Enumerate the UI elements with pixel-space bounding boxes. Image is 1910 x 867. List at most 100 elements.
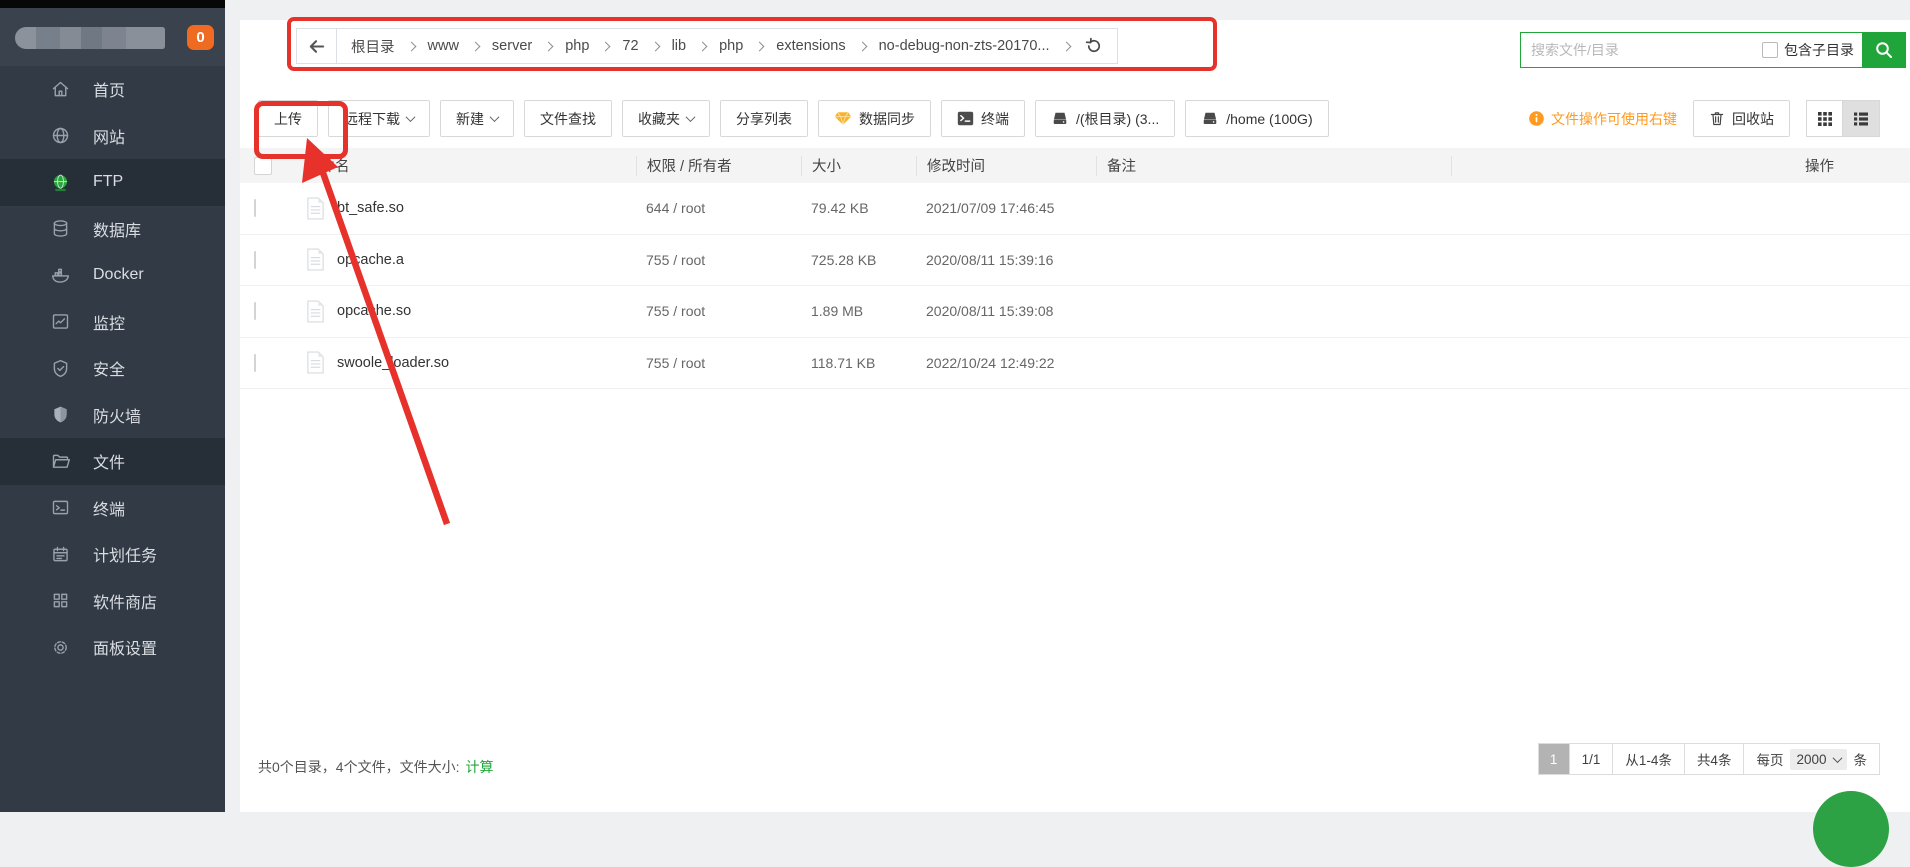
back-button[interactable] [297, 29, 337, 63]
include-subdir-option[interactable]: 包含子目录 [1762, 40, 1862, 60]
file-name[interactable]: bt_safe.so [337, 200, 404, 216]
breadcrumb-item[interactable]: extensions [776, 38, 845, 54]
chevron-down-icon [490, 112, 500, 122]
share-list-button[interactable]: 分享列表 [720, 100, 808, 137]
refresh-icon [1085, 37, 1103, 55]
search-bar: 包含子目录 [1520, 32, 1906, 68]
breadcrumb-item[interactable]: php [719, 38, 743, 54]
favorites-button[interactable]: 收藏夹 [622, 100, 710, 137]
file-find-button[interactable]: 文件查找 [524, 100, 612, 137]
per-page-unit: 条 [1854, 749, 1868, 769]
file-manager-panel: 根目录 www server php 72 lib php extensions… [240, 20, 1910, 812]
header-permission[interactable]: 权限 / 所有者 [636, 156, 801, 176]
grid-view-icon [1817, 111, 1833, 127]
file-name[interactable]: swoole_loader.so [337, 355, 449, 371]
total-items: 共4条 [1685, 743, 1745, 775]
breadcrumb-item[interactable]: server [492, 38, 532, 54]
chevron-right-icon [601, 41, 611, 51]
sidebar-item-label: FTP [93, 173, 123, 191]
new-button[interactable]: 新建 [440, 100, 514, 137]
sidebar-item-appstore[interactable]: 软件商店 [0, 578, 225, 625]
toolbar-right-cluster: 文件操作可使用右键 回收站 [1528, 100, 1880, 137]
sidebar-item-website[interactable]: 网站 [0, 113, 225, 160]
sidebar: 0 首页 网站 FTP 数据库 Docker 监控 安全 [0, 0, 225, 812]
header-filename[interactable]: 文件名 [296, 156, 636, 176]
remote-download-button[interactable]: 远程下载 [328, 100, 430, 137]
breadcrumb-item[interactable]: 根目录 [351, 36, 395, 57]
search-button[interactable] [1862, 32, 1906, 68]
shield-check-icon [50, 358, 71, 379]
hint-text: 文件操作可使用右键 [1551, 109, 1677, 129]
sidebar-item-monitor[interactable]: 监控 [0, 299, 225, 346]
sidebar-item-ftp[interactable]: FTP [0, 159, 225, 206]
file-icon [306, 197, 325, 220]
file-name[interactable]: opcache.a [337, 252, 404, 268]
chevron-right-icon [1061, 41, 1071, 51]
sidebar-item-files[interactable]: 文件 [0, 438, 225, 485]
row-checkbox[interactable] [254, 354, 256, 372]
table-header-row: 文件名 权限 / 所有者 大小 修改时间 备注 操作 [240, 148, 1910, 183]
database-icon [50, 218, 71, 239]
table-row[interactable]: opcache.a 755 / root 725.28 KB 2020/08/1… [240, 235, 1910, 287]
sidebar-item-security[interactable]: 安全 [0, 345, 225, 392]
breadcrumb-item[interactable]: php [565, 38, 589, 54]
header-mtime[interactable]: 修改时间 [916, 156, 1096, 176]
chevron-right-icon [544, 41, 554, 51]
breadcrumb-item[interactable]: www [428, 38, 459, 54]
right-click-hint: 文件操作可使用右键 [1528, 109, 1677, 129]
sidebar-item-label: 数据库 [93, 217, 141, 241]
sidebar-item-label: 软件商店 [93, 589, 157, 613]
message-count-badge[interactable]: 0 [187, 25, 214, 50]
disk-root-button[interactable]: /(根目录) (3... [1035, 100, 1175, 137]
globe-icon [50, 125, 71, 146]
table-row[interactable]: bt_safe.so 644 / root 79.42 KB 2021/07/0… [240, 183, 1910, 235]
terminal-button[interactable]: 终端 [941, 100, 1025, 137]
sidebar-item-database[interactable]: 数据库 [0, 206, 225, 253]
sidebar-item-settings[interactable]: 面板设置 [0, 624, 225, 671]
recycle-bin-button[interactable]: 回收站 [1693, 100, 1790, 137]
calculate-size-link[interactable]: 计算 [465, 757, 493, 777]
search-input[interactable] [1521, 42, 1762, 58]
file-permission: 755 / root [636, 355, 801, 371]
breadcrumb-item[interactable]: 72 [622, 38, 638, 54]
file-name[interactable]: opcache.so [337, 303, 411, 319]
disk-home-button[interactable]: /home (100G) [1185, 100, 1328, 137]
grid-view-button[interactable] [1806, 100, 1843, 137]
sidebar-item-cron[interactable]: 计划任务 [0, 531, 225, 578]
sidebar-item-label: 文件 [93, 449, 125, 473]
header-size[interactable]: 大小 [801, 156, 916, 176]
chevron-down-icon [406, 112, 416, 122]
sidebar-item-firewall[interactable]: 防火墙 [0, 392, 225, 439]
row-checkbox[interactable] [254, 302, 256, 320]
data-sync-button[interactable]: 数据同步 [818, 100, 931, 137]
table-row[interactable]: opcache.so 755 / root 1.89 MB 2020/08/11… [240, 286, 1910, 338]
select-all-checkbox[interactable] [254, 157, 272, 175]
list-view-button[interactable] [1843, 100, 1880, 137]
upload-button[interactable]: 上传 [258, 100, 318, 137]
summary-text: 共0个目录，4个文件，文件大小: [258, 757, 459, 777]
sidebar-item-home[interactable]: 首页 [0, 66, 225, 113]
header-actions: 操作 [1795, 156, 1910, 176]
sidebar-menu: 首页 网站 FTP 数据库 Docker 监控 安全 防火墙 [0, 66, 225, 671]
page-number-current[interactable]: 1 [1538, 743, 1570, 775]
breadcrumb-item-current[interactable]: no-debug-non-zts-20170... [879, 38, 1050, 54]
per-page-select[interactable]: 2000 [1790, 749, 1846, 770]
floating-help-button[interactable] [1813, 791, 1889, 867]
refresh-button[interactable] [1085, 37, 1103, 55]
arrow-left-icon [307, 37, 326, 56]
docker-icon [50, 265, 71, 286]
breadcrumb-item[interactable]: lib [672, 38, 687, 54]
terminal-window-icon [957, 111, 974, 126]
row-checkbox[interactable] [254, 199, 256, 217]
list-view-icon [1853, 111, 1869, 127]
row-checkbox[interactable] [254, 251, 256, 269]
logo-row: 0 [0, 8, 225, 66]
file-icon [306, 300, 325, 323]
sidebar-item-terminal[interactable]: 终端 [0, 485, 225, 532]
table-row[interactable]: swoole_loader.so 755 / root 118.71 KB 20… [240, 338, 1910, 390]
app-grid-icon [50, 590, 71, 611]
sidebar-top-strip [0, 0, 225, 8]
sidebar-item-docker[interactable]: Docker [0, 252, 225, 299]
monitor-icon [50, 311, 71, 332]
include-subdir-checkbox[interactable] [1762, 42, 1778, 58]
